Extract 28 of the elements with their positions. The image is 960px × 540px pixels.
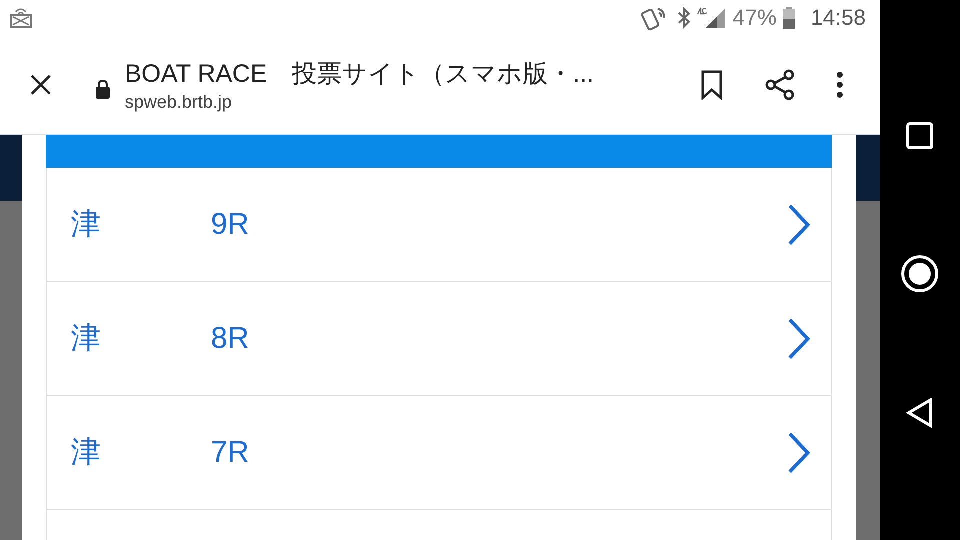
share-icon[interactable] bbox=[764, 69, 796, 101]
battery-percent: 47% bbox=[732, 5, 777, 31]
chevron-right-icon bbox=[787, 318, 811, 360]
lock-icon bbox=[95, 79, 111, 99]
race-row[interactable]: 津 7R bbox=[46, 396, 832, 510]
clock-time: 14:58 bbox=[810, 5, 866, 31]
race-number: 7R bbox=[211, 436, 250, 470]
cell-signal-icon bbox=[696, 7, 727, 29]
venue-name: 津 bbox=[71, 320, 102, 358]
bookmark-icon[interactable] bbox=[700, 70, 724, 100]
bluetooth-icon bbox=[676, 7, 691, 29]
race-number: 9R bbox=[211, 208, 250, 242]
chevron-right-icon bbox=[787, 204, 811, 246]
race-number: 8R bbox=[211, 322, 250, 356]
chevron-right-icon bbox=[787, 432, 811, 474]
cast-icon bbox=[9, 7, 33, 29]
battery-icon bbox=[782, 7, 795, 29]
race-row[interactable]: 津 9R bbox=[46, 168, 832, 282]
venue-name: 津 bbox=[71, 206, 102, 244]
race-row[interactable]: 津 8R bbox=[46, 282, 832, 396]
venue-name: 津 bbox=[71, 434, 102, 472]
recents-icon[interactable] bbox=[906, 122, 934, 150]
page-url: spweb.brtb.jp bbox=[125, 92, 234, 113]
more-menu-icon[interactable] bbox=[836, 71, 844, 99]
home-icon[interactable] bbox=[901, 254, 939, 293]
close-icon[interactable] bbox=[30, 74, 52, 96]
page-title: BOAT RACE 投票サイト（スマホ版・... bbox=[125, 59, 596, 90]
back-icon[interactable] bbox=[906, 398, 934, 428]
